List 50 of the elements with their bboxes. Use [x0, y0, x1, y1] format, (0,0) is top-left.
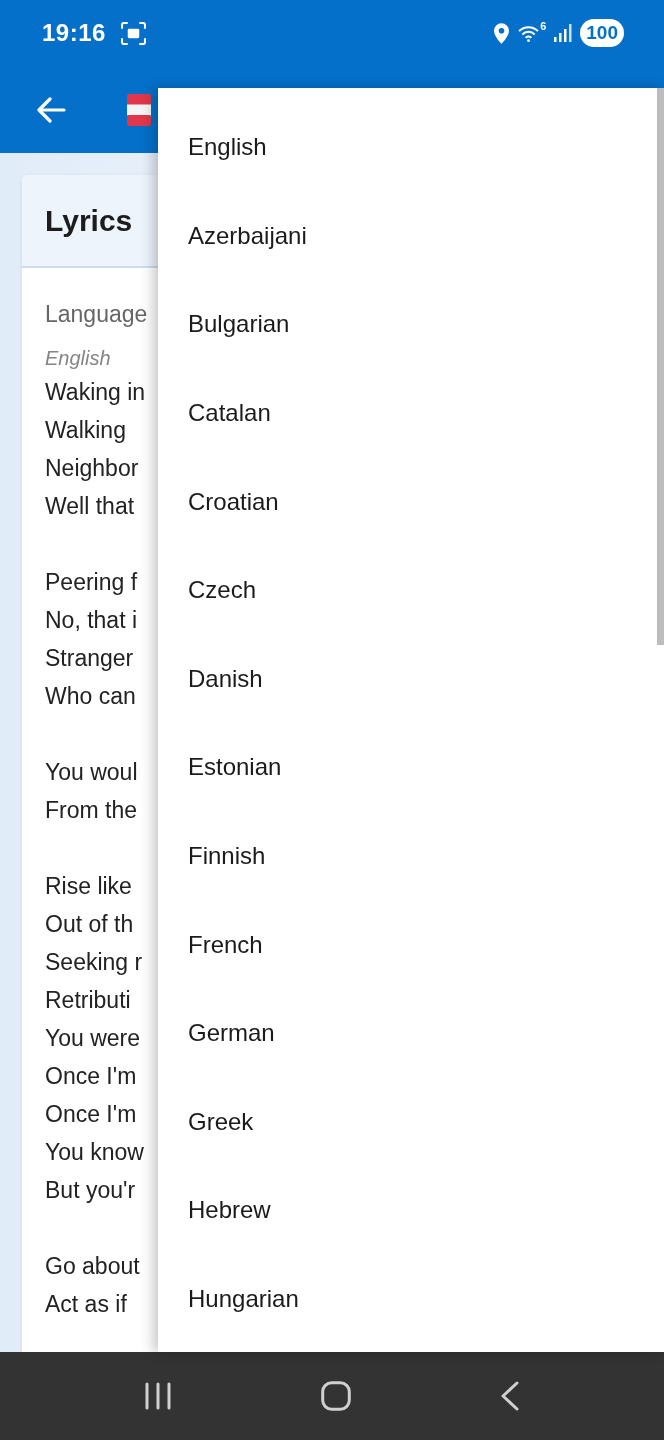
wifi-standard-label: 6 — [540, 20, 547, 32]
lyric-line: Retributi — [45, 987, 131, 1013]
status-time: 19:16 — [42, 19, 106, 47]
lyric-line: But you'r — [45, 1177, 136, 1203]
flag-icon — [127, 93, 151, 126]
location-icon — [494, 22, 510, 44]
menu-item[interactable]: Czech — [158, 545, 277, 635]
menu-item[interactable]: Catalan — [158, 368, 291, 458]
wifi-icon — [518, 24, 540, 42]
lyric-line: You know — [45, 1139, 144, 1165]
menu-item[interactable]: Greek — [158, 1077, 274, 1167]
lyric-line: Peering f — [45, 569, 138, 595]
lyric-line: Once I'm — [45, 1063, 137, 1089]
lyric-line: Walking — [45, 417, 126, 443]
screenshot-icon — [120, 21, 146, 45]
menu-item[interactable]: Hungarian — [158, 1254, 319, 1344]
lyric-line: Neighbor — [45, 455, 139, 481]
lyric-line: Who can — [45, 683, 136, 709]
recents-icon — [144, 1382, 173, 1410]
lyric-line: From the — [45, 797, 138, 823]
lyric-line: No, that i — [45, 607, 138, 633]
menu-item[interactable]: Bulgarian — [158, 280, 310, 369]
back-arrow-icon — [36, 96, 66, 123]
menu-item[interactable]: Croatian — [158, 457, 299, 546]
menu-item[interactable]: French — [158, 900, 283, 989]
lyric-line: Out of th — [45, 911, 134, 937]
menu-item[interactable]: Azerbaijani — [158, 191, 327, 281]
menu-item[interactable]: Finnish — [158, 811, 286, 901]
lyric-line: You woul — [45, 759, 138, 785]
menu-item[interactable]: English — [158, 103, 287, 192]
lyric-line: Act as if — [45, 1291, 127, 1317]
lyric-line: Well that — [45, 493, 135, 519]
lyric-line: Rise like — [45, 873, 132, 899]
chevron-left-icon — [499, 1381, 520, 1411]
battery-badge: 100 — [580, 19, 624, 47]
card-title: Lyrics — [45, 203, 133, 238]
menu-item[interactable]: Estonian — [158, 723, 302, 812]
lyric-line: Stranger — [45, 645, 134, 671]
language-label: Language — [45, 300, 148, 329]
lyric-line: Seeking r — [45, 949, 143, 975]
lyric-line: Waking in — [45, 379, 146, 405]
home-icon — [321, 1381, 351, 1411]
lyric-line: You were — [45, 1025, 141, 1051]
language-value: English — [45, 346, 111, 371]
menu-item[interactable]: Hebrew — [158, 1166, 291, 1255]
lyric-line: Go about — [45, 1253, 140, 1279]
lyric-line: Once I'm — [45, 1101, 137, 1127]
menu-item[interactable]: German — [158, 988, 295, 1078]
signal-icon — [554, 24, 573, 42]
menu-item[interactable]: Danish — [158, 634, 283, 724]
